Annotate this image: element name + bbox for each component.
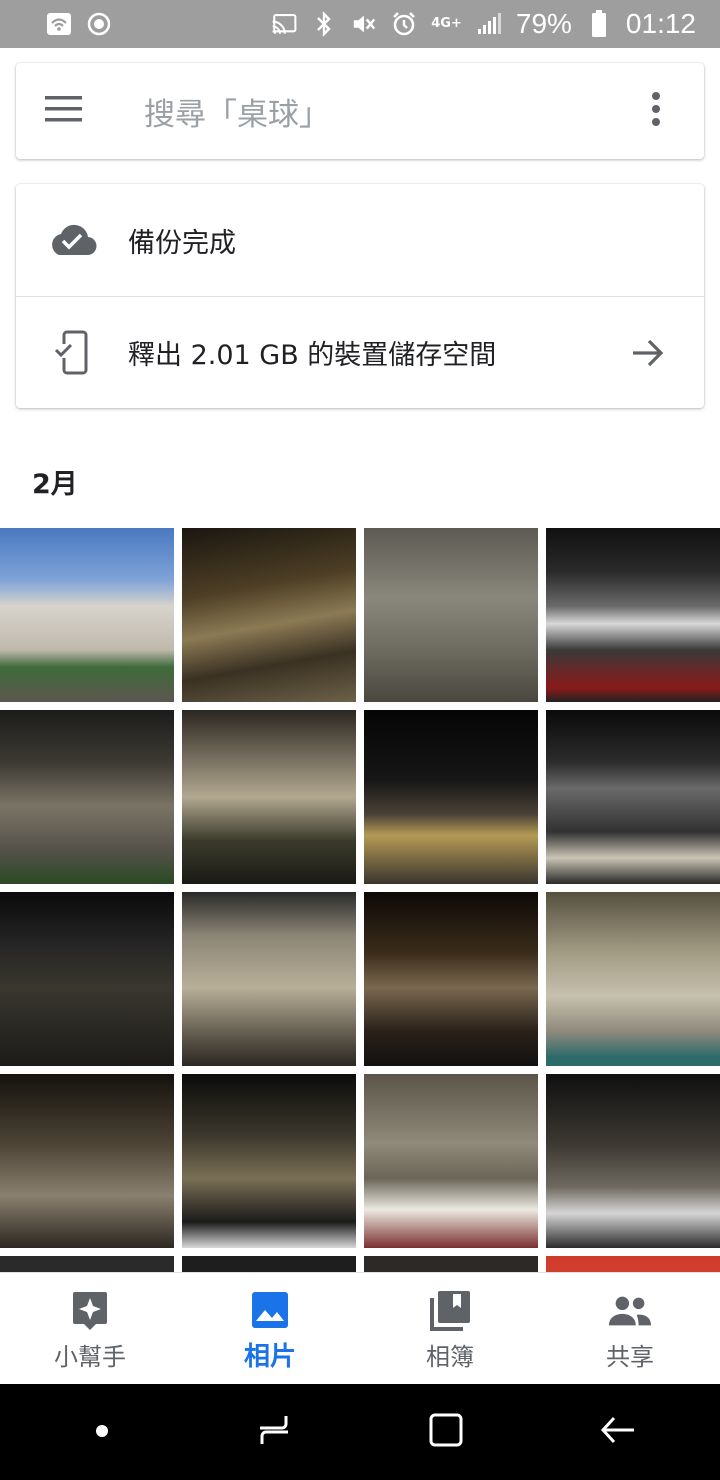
photo-thumbnail[interactable]: [182, 528, 356, 702]
bluetooth-icon: [311, 11, 337, 37]
photo-grid: [0, 528, 720, 1273]
photos-icon: [248, 1288, 292, 1332]
nav-assistant[interactable]: 小幫手: [0, 1273, 180, 1384]
month-header: 2月: [32, 469, 78, 500]
status-bar: 4G+ 79% 01:12: [0, 0, 720, 48]
photo-thumbnail[interactable]: [546, 1256, 720, 1273]
photo-thumbnail[interactable]: [0, 892, 174, 1066]
photo-thumbnail[interactable]: [546, 710, 720, 884]
dot-icon: [95, 1423, 109, 1442]
nav-photos-label: 相片: [243, 1342, 296, 1372]
photo-thumbnail[interactable]: [182, 1256, 356, 1273]
bottom-navigation: 小幫手 相片 相簿 共享: [0, 1272, 720, 1384]
wifi-notification-icon: [46, 11, 72, 37]
nav-assistant-label: 小幫手: [54, 1343, 126, 1371]
photo-thumbnail[interactable]: [546, 892, 720, 1066]
sharing-icon: [608, 1289, 652, 1333]
backup-status-card: 備份完成 釋出 2.01 GB 的裝置儲存空間: [16, 184, 704, 408]
nav-albums-label: 相簿: [426, 1343, 474, 1371]
recent-apps-button[interactable]: [234, 1392, 314, 1472]
photo-thumbnail[interactable]: [364, 892, 538, 1066]
nav-sharing-label: 共享: [606, 1343, 654, 1371]
back-button[interactable]: [578, 1392, 658, 1472]
photo-thumbnail[interactable]: [546, 1074, 720, 1248]
status-right: 4G+ 79% 01:12: [271, 8, 696, 40]
photo-thumbnail[interactable]: [182, 1074, 356, 1248]
nav-albums[interactable]: 相簿: [360, 1273, 540, 1384]
clock: 01:12: [625, 8, 696, 39]
arrow-forward-icon[interactable]: [592, 297, 704, 409]
search-input[interactable]: 搜尋「桌球」: [112, 89, 608, 134]
albums-icon: [428, 1289, 472, 1333]
phone-check-icon: [16, 297, 128, 409]
home-button[interactable]: [406, 1392, 486, 1472]
photo-thumbnail[interactable]: [364, 528, 538, 702]
battery-icon: [586, 10, 612, 37]
free-space-row[interactable]: 釋出 2.01 GB 的裝置儲存空間: [16, 296, 704, 408]
photo-thumbnail[interactable]: [182, 710, 356, 884]
mute-icon: [351, 11, 377, 37]
cloud-done-icon: [16, 184, 128, 296]
recent-apps-icon: [256, 1412, 292, 1452]
photo-thumbnail[interactable]: [364, 1256, 538, 1273]
status-left: [46, 11, 112, 37]
home-icon: [428, 1412, 464, 1452]
menu-button[interactable]: [16, 63, 112, 159]
alarm-icon: [391, 11, 417, 37]
cast-icon: [271, 11, 297, 37]
photo-thumbnail[interactable]: [182, 892, 356, 1066]
free-space-label: 釋出 2.01 GB 的裝置儲存空間: [128, 340, 497, 371]
back-arrow-icon: [600, 1412, 636, 1452]
more-options-button[interactable]: [608, 63, 704, 159]
hamburger-menu-icon: [44, 95, 84, 127]
record-icon: [86, 11, 112, 37]
photo-thumbnail[interactable]: [0, 1256, 174, 1273]
nav-sharing[interactable]: 共享: [540, 1273, 720, 1384]
battery-percent: 79%: [515, 8, 572, 39]
dot-indicator[interactable]: [62, 1392, 142, 1472]
photo-thumbnail[interactable]: [546, 528, 720, 702]
photo-thumbnail[interactable]: [364, 1074, 538, 1248]
backup-status-label: 備份完成: [128, 227, 236, 259]
network-type: 4G+: [431, 16, 462, 31]
photo-thumbnail[interactable]: [0, 710, 174, 884]
photo-thumbnail[interactable]: [0, 1074, 174, 1248]
nav-photos[interactable]: 相片: [180, 1273, 360, 1384]
more-vert-icon: [651, 92, 661, 130]
photo-thumbnail[interactable]: [0, 528, 174, 702]
search-bar[interactable]: 搜尋「桌球」: [16, 63, 704, 159]
assistant-icon: [68, 1289, 112, 1333]
backup-complete-row[interactable]: 備份完成: [16, 184, 704, 296]
photo-thumbnail[interactable]: [364, 710, 538, 884]
system-navigation-bar: [0, 1384, 720, 1480]
signal-icon: [476, 11, 502, 37]
